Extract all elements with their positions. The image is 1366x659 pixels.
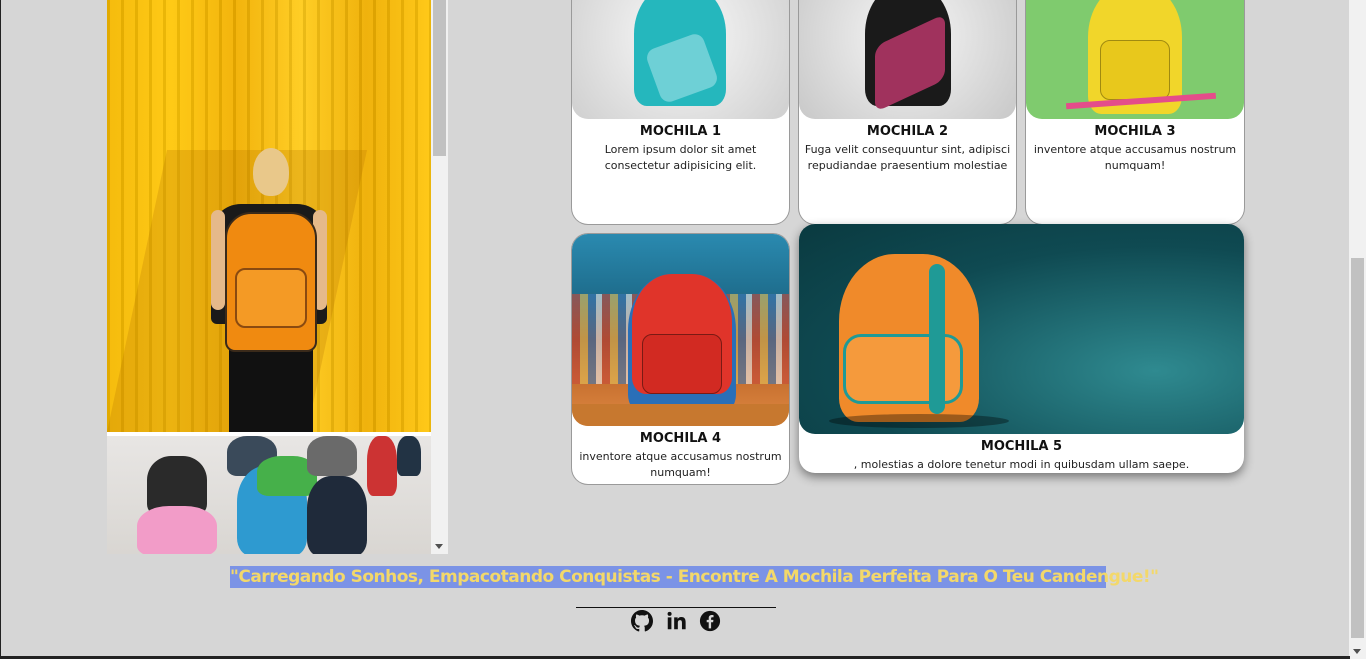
product-title-5: MOCHILA 5 xyxy=(980,439,1063,454)
slogan-banner: "Carregando Sonhos, Empacotando Conquist… xyxy=(230,566,1159,588)
page-scroll-thumb[interactable] xyxy=(1351,258,1364,638)
product-image-3 xyxy=(1026,0,1244,119)
product-desc-5: , molestias a dolore tenetur modi in qui… xyxy=(853,458,1190,471)
product-title-2: MOCHILA 2 xyxy=(866,124,949,139)
github-icon[interactable] xyxy=(631,610,653,632)
product-title-1: MOCHILA 1 xyxy=(639,124,722,139)
girl-with-orange-backpack-photo xyxy=(107,0,431,432)
product-image-4 xyxy=(572,234,789,426)
footer-divider xyxy=(576,607,776,608)
scroll-down-arrow-icon[interactable] xyxy=(435,544,443,549)
children-with-backpacks-photo xyxy=(107,436,431,554)
product-image-5 xyxy=(799,224,1244,434)
facebook-icon[interactable] xyxy=(699,610,721,632)
product-title-4: MOCHILA 4 xyxy=(639,431,722,446)
product-title-3: MOCHILA 3 xyxy=(1094,124,1176,139)
page-scrollbar[interactable] xyxy=(1349,0,1366,659)
product-image-2 xyxy=(799,0,1016,119)
product-card-5[interactable]: MOCHILA 5 , molestias a dolore tenetur m… xyxy=(799,224,1244,473)
product-desc-4: inventore atque accusamus nostrum numqua… xyxy=(579,450,782,479)
gallery-scroll-thumb[interactable] xyxy=(433,0,446,156)
page-scroll-down-arrow-icon[interactable] xyxy=(1353,649,1361,654)
product-image-1 xyxy=(572,0,789,119)
linkedin-icon[interactable] xyxy=(665,610,687,632)
product-desc-1: Lorem ipsum dolor sit amet consectetur a… xyxy=(604,143,757,172)
image-gallery[interactable] xyxy=(107,0,448,554)
product-card-1[interactable]: MOCHILA 1 Lorem ipsum dolor sit amet con… xyxy=(572,0,789,224)
product-card-3[interactable]: MOCHILA 3 inventore atque accusamus nost… xyxy=(1026,0,1244,224)
product-card-2[interactable]: MOCHILA 2 Fuga velit consequuntur sint, … xyxy=(799,0,1016,224)
product-card-4[interactable]: MOCHILA 4 inventore atque accusamus nost… xyxy=(572,234,789,484)
product-desc-3: inventore atque accusamus nostrum numqua… xyxy=(1033,143,1237,172)
gallery-scrollbar[interactable] xyxy=(431,0,448,554)
product-desc-2: Fuga velit consequuntur sint, adipisci r… xyxy=(804,143,1011,172)
